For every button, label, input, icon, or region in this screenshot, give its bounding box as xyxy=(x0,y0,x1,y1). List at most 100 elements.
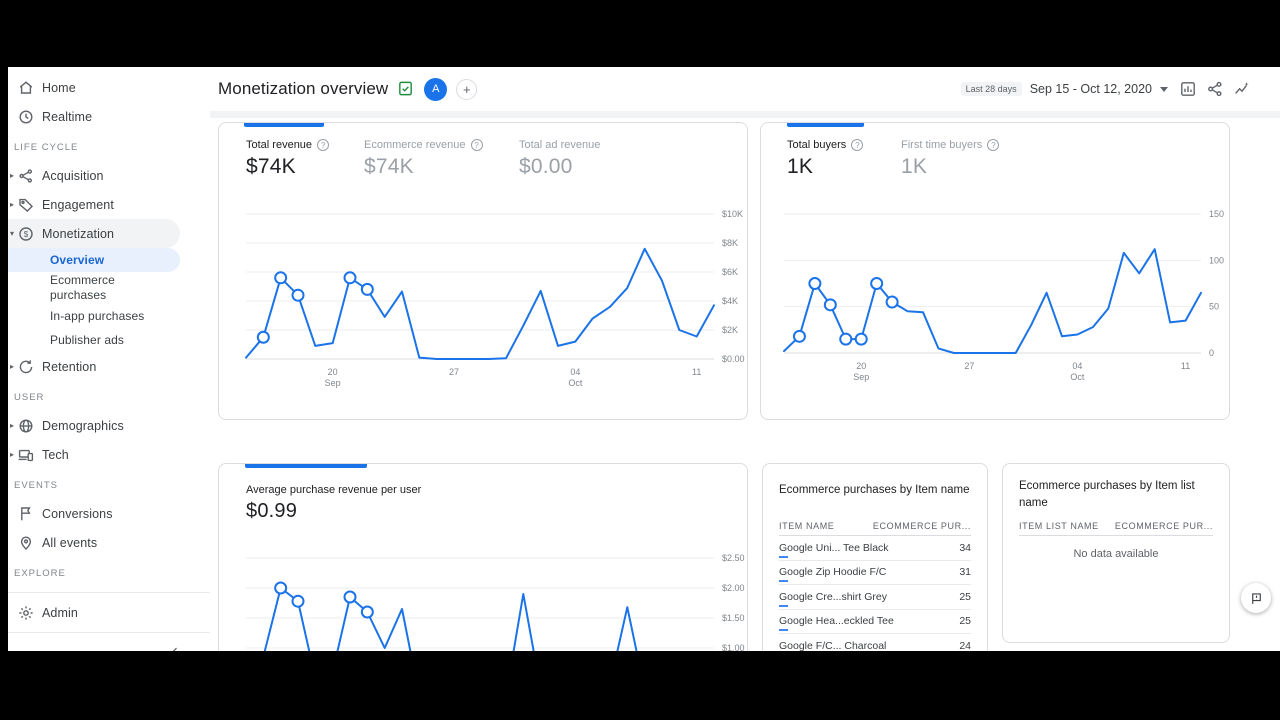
item-name-cell: Google Cre...shirt Grey xyxy=(779,590,887,603)
sidebar-item-label: Retention xyxy=(42,359,97,374)
item-name-cell: Google F/C... Charcoal xyxy=(779,639,887,651)
sidebar-item-admin[interactable]: Admin xyxy=(8,598,210,627)
sidebar-item-home[interactable]: Home xyxy=(8,73,210,102)
column-header-ecommerce-purchases[interactable]: ECOMMERCE PUR... xyxy=(1115,521,1213,531)
svg-text:Sep: Sep xyxy=(325,378,341,388)
report-status-icon[interactable] xyxy=(397,80,415,98)
feedback-button[interactable] xyxy=(1241,583,1271,613)
sidebar-item-label: Engagement xyxy=(42,197,114,212)
svg-text:04: 04 xyxy=(1072,361,1082,371)
sidebar-item-demographics[interactable]: ▸ Demographics xyxy=(8,411,210,440)
purchases-value-cell: 31 xyxy=(959,566,971,579)
date-range-selector[interactable]: Last 28 days Sep 15 - Oct 12, 2020 xyxy=(960,67,1168,111)
sidebar-divider xyxy=(8,632,210,633)
chevron-right-icon[interactable]: ▸ xyxy=(8,450,17,459)
total-revenue-card: Total revenue? $74K Ecommerce revenue? $… xyxy=(218,122,748,420)
svg-text:$1.50: $1.50 xyxy=(722,613,745,623)
pin-icon xyxy=(17,534,35,552)
svg-text:$10K: $10K xyxy=(722,209,743,219)
sidebar-item-engagement[interactable]: ▸ Engagement xyxy=(8,190,210,219)
table-row: Google F/C... Charcoal 24 xyxy=(779,634,971,651)
engagement-icon xyxy=(17,196,35,214)
sidebar-item-label: Publisher ads xyxy=(50,332,125,347)
sidebar-section-label: EVENTS xyxy=(14,479,59,491)
sidebar-item-label: Ecommerce purchases xyxy=(50,273,115,302)
sidebar-item-tech[interactable]: ▸ Tech xyxy=(8,440,210,469)
mini-bar xyxy=(779,555,788,558)
insights-icon[interactable] xyxy=(1233,80,1251,98)
chevron-right-icon[interactable]: ▸ xyxy=(8,362,17,371)
sidebar-nav: Home Realtime LIFE CYCLE ▸ Acquisition ▸ Engag… xyxy=(8,67,210,651)
avg-purchase-revenue-card: Average purchase revenue per user $0.99 … xyxy=(218,463,748,651)
sidebar-item-publisher-ads[interactable]: Publisher ads xyxy=(8,328,210,352)
card-title: Ecommerce purchases by Item list name xyxy=(1019,480,1195,509)
sidebar-item-acquisition[interactable]: ▸ Acquisition xyxy=(8,161,210,190)
svg-text:150: 150 xyxy=(1209,209,1224,219)
svg-text:11: 11 xyxy=(1181,361,1190,371)
avg-purchase-revenue-chart[interactable]: $0.00$0.50$1.00$1.50$2.00$2.5020Sep2704O… xyxy=(219,464,749,651)
svg-text:27: 27 xyxy=(964,361,974,371)
svg-text:$2.50: $2.50 xyxy=(722,553,745,563)
sidebar-item-label: Overview xyxy=(50,252,105,267)
column-header-item-name[interactable]: ITEM NAME xyxy=(779,521,834,531)
chevron-down-icon xyxy=(1160,86,1168,92)
sidebar-item-retention[interactable]: ▸ Retention xyxy=(8,352,210,381)
app-window: Home Realtime LIFE CYCLE ▸ Acquisition ▸ Engag… xyxy=(8,67,1280,651)
chevron-right-icon[interactable]: ▸ xyxy=(8,421,17,430)
svg-text:$: $ xyxy=(24,229,29,238)
column-header-item-list-name[interactable]: ITEM LIST NAME xyxy=(1019,521,1099,531)
table-row: Google Uni... Tee Black 34 xyxy=(779,536,971,561)
chevron-right-icon[interactable]: ▸ xyxy=(8,171,17,180)
sidebar-item-label: All events xyxy=(42,535,98,550)
sidebar-item-label: Demographics xyxy=(42,418,124,433)
svg-text:$0.00: $0.00 xyxy=(722,354,745,364)
chevron-right-icon[interactable]: ▸ xyxy=(8,200,17,209)
column-header-ecommerce-purchases[interactable]: ECOMMERCE PUR... xyxy=(873,521,971,531)
sidebar-item-in-app-purchases[interactable]: In-app purchases xyxy=(8,304,210,328)
ecommerce-purchases-by-item-name-card: Ecommerce purchases by Item name ITEM NA… xyxy=(762,463,988,651)
collapse-sidebar-icon xyxy=(172,647,177,651)
sidebar-item-realtime[interactable]: Realtime xyxy=(8,102,210,131)
chevron-down-icon[interactable]: ▾ xyxy=(8,229,17,238)
total-buyers-chart[interactable]: 0 50 100 150 20Sep 27 04Oct 11 xyxy=(761,123,1231,421)
avatar[interactable]: A xyxy=(424,77,448,101)
svg-text:04: 04 xyxy=(570,367,580,377)
sidebar-item-conversions[interactable]: Conversions xyxy=(8,499,210,528)
total-revenue-chart[interactable]: $0.00 $2K $4K $6K $8K $10K 20Sep 27 04Oct 11 xyxy=(219,123,749,421)
table-row: Google Cre...shirt Grey 25 xyxy=(779,585,971,610)
purchases-value-cell: 25 xyxy=(959,615,971,628)
card-title: Ecommerce purchases by Item name xyxy=(779,484,970,496)
svg-text:50: 50 xyxy=(1209,302,1219,312)
content-top-strip xyxy=(210,111,1280,118)
table-row: Google Hea...eckled Tee 25 xyxy=(779,610,971,634)
svg-text:$4K: $4K xyxy=(722,296,738,306)
sidebar-item-monetization[interactable]: ▾ $ Monetization xyxy=(8,219,180,248)
sidebar-section-label: LIFE CYCLE xyxy=(14,141,79,153)
share-icon[interactable] xyxy=(1206,80,1224,98)
svg-text:Sep: Sep xyxy=(853,372,869,382)
customize-report-button[interactable] xyxy=(1179,80,1197,98)
retention-icon xyxy=(17,358,35,376)
add-comparison-button[interactable]: + xyxy=(456,78,478,100)
monetization-icon: $ xyxy=(17,225,35,243)
clock-icon xyxy=(17,108,35,126)
sidebar-item-overview[interactable]: Overview xyxy=(8,248,180,272)
sidebar-item-label: Tech xyxy=(42,447,69,462)
sidebar-item-label: Home xyxy=(42,80,76,95)
svg-text:Oct: Oct xyxy=(1070,372,1085,382)
home-icon xyxy=(17,79,35,97)
ecommerce-purchases-by-item-list-name-card: Ecommerce purchases by Item list name IT… xyxy=(1002,463,1230,643)
svg-text:0: 0 xyxy=(1209,348,1214,358)
total-buyers-card: Total buyers? 1K First time buyers? 1K 0… xyxy=(760,122,1230,420)
sidebar-item-label: In-app purchases xyxy=(50,308,145,323)
sidebar-item-all-events[interactable]: All events xyxy=(8,528,210,557)
date-range-chip: Last 28 days xyxy=(960,82,1022,96)
sidebar-section-label: USER xyxy=(14,391,45,403)
sidebar-item-label: Admin xyxy=(42,605,78,620)
sidebar-item-ecommerce-purchases[interactable]: Ecommerce purchases xyxy=(8,272,210,304)
item-name-table-rows: Google Uni... Tee Black 34 Google Zip Hood… xyxy=(779,536,971,651)
svg-text:100: 100 xyxy=(1209,255,1224,265)
collapse-sidebar-button[interactable] xyxy=(8,638,210,651)
sidebar-item-label: Acquisition xyxy=(42,168,104,183)
sidebar-item-label: Monetization xyxy=(42,226,115,241)
